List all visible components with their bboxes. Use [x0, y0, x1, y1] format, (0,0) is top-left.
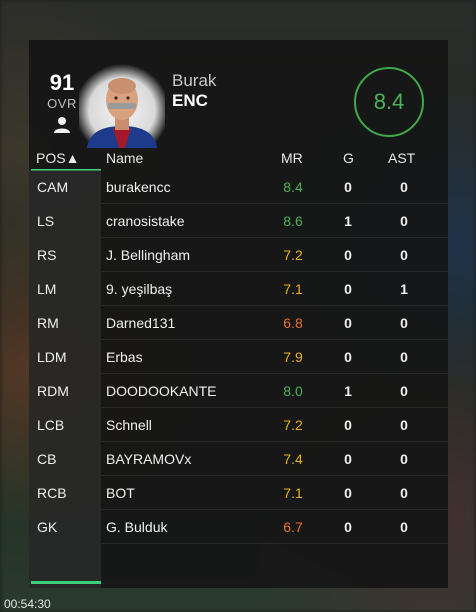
player-name-cell: Erbas [106, 349, 143, 365]
player-name-cell: 9. yeşilbaş [106, 281, 173, 297]
player-name-cell: Schnell [106, 417, 152, 433]
assists-cell: 0 [400, 451, 408, 467]
assists-cell: 0 [400, 315, 408, 331]
assists-cell: 0 [400, 383, 408, 399]
player-avatar [79, 64, 165, 148]
assists-cell: 1 [400, 281, 408, 297]
match-rating-cell: 7.4 [283, 451, 303, 467]
player-name-cell: DOODOOKANTE [106, 383, 217, 399]
position-cell: LM [37, 281, 57, 297]
player-name-cell: J. Bellingham [106, 247, 191, 263]
position-cell: CB [37, 451, 57, 467]
position-cell: CAM [37, 179, 69, 195]
position-cell: RS [37, 247, 57, 263]
table-row[interactable]: GK G. Bulduk 6.7 0 0 [29, 510, 448, 544]
table-header: POS▲ Name MR G AST [29, 148, 448, 171]
row-divider [101, 543, 448, 544]
goals-cell: 1 [344, 213, 352, 229]
goals-cell: 1 [344, 383, 352, 399]
position-cell: RCB [37, 485, 67, 501]
position-cell: RM [37, 315, 59, 331]
player-name-cell: G. Bulduk [106, 519, 168, 535]
stats-table: POS▲ Name MR G AST CAM burakencc 8.4 0 0 LS cr… [29, 148, 448, 588]
column-header-name[interactable]: Name [106, 150, 143, 166]
position-cell: LDM [37, 349, 67, 365]
table-row[interactable]: CAM burakencc 8.4 0 0 [29, 170, 448, 204]
player-last-name: ENC [172, 91, 208, 110]
assists-cell: 0 [400, 179, 408, 195]
table-row[interactable]: RCB BOT 7.1 0 0 [29, 476, 448, 510]
player-name-cell: BOT [106, 485, 135, 501]
player-name-cell: cranosistake [106, 213, 185, 229]
column-header-ast[interactable]: AST [388, 150, 415, 166]
table-row[interactable]: RM Darned131 6.8 0 0 [29, 306, 448, 340]
table-row[interactable]: LCB Schnell 7.2 0 0 [29, 408, 448, 442]
match-rating-cell: 7.9 [283, 349, 303, 365]
goals-cell: 0 [344, 485, 352, 501]
timestamp: 00:54:30 [4, 597, 51, 611]
column-header-pos[interactable]: POS▲ [36, 150, 79, 166]
table-row[interactable]: CB BAYRAMOVx 7.4 0 0 [29, 442, 448, 476]
player-name-cell: BAYRAMOVx [106, 451, 192, 467]
position-cell: GK [37, 519, 58, 535]
position-cell: RDM [37, 383, 69, 399]
goals-cell: 0 [344, 451, 352, 467]
goals-cell: 0 [344, 417, 352, 433]
position-cell: LS [37, 213, 55, 229]
position-cell: LCB [37, 417, 65, 433]
player-header: 91 OVR Burak ENC 8.4 [29, 40, 448, 148]
match-rating-cell: 7.2 [283, 247, 303, 263]
table-row[interactable]: RDM DOODOOKANTE 8.0 1 0 [29, 374, 448, 408]
assists-cell: 0 [400, 247, 408, 263]
column-header-g[interactable]: G [343, 150, 354, 166]
table-row[interactable]: LM 9. yeşilbaş 7.1 0 1 [29, 272, 448, 306]
assists-cell: 0 [400, 519, 408, 535]
ovr-label: OVR [47, 96, 77, 111]
goals-cell: 0 [344, 281, 352, 297]
goals-cell: 0 [344, 349, 352, 365]
goals-cell: 0 [344, 315, 352, 331]
assists-cell: 0 [400, 417, 408, 433]
match-rating-cell: 7.1 [283, 485, 303, 501]
table-row[interactable]: LS cranosistake 8.6 1 0 [29, 204, 448, 238]
assists-cell: 0 [400, 485, 408, 501]
player-stats-panel: 91 OVR Burak ENC 8.4 POS▲ Name MR G AST … [29, 40, 448, 588]
assists-cell: 0 [400, 349, 408, 365]
person-icon [54, 117, 70, 133]
match-rating-cell: 7.2 [283, 417, 303, 433]
assists-cell: 0 [400, 213, 408, 229]
table-row[interactable]: RS J. Bellingham 7.2 0 0 [29, 238, 448, 272]
match-rating-cell: 8.4 [283, 179, 303, 195]
goals-cell: 0 [344, 179, 352, 195]
match-rating-cell: 6.7 [283, 519, 303, 535]
goals-cell: 0 [344, 247, 352, 263]
column-header-mr[interactable]: MR [281, 150, 303, 166]
scroll-indicator [31, 581, 101, 584]
match-rating-cell: 8.6 [283, 213, 303, 229]
table-row[interactable]: LDM Erbas 7.9 0 0 [29, 340, 448, 374]
match-rating-cell: 7.1 [283, 281, 303, 297]
ovr-value: 91 [49, 70, 75, 95]
match-rating-cell: 6.8 [283, 315, 303, 331]
match-rating-ring: 8.4 [354, 67, 424, 137]
goals-cell: 0 [344, 519, 352, 535]
player-name-cell: Darned131 [106, 315, 176, 331]
match-rating-value: 8.4 [373, 89, 405, 114]
player-name-cell: burakencc [106, 179, 171, 195]
match-rating-cell: 8.0 [283, 383, 303, 399]
player-first-name: Burak [172, 71, 217, 90]
